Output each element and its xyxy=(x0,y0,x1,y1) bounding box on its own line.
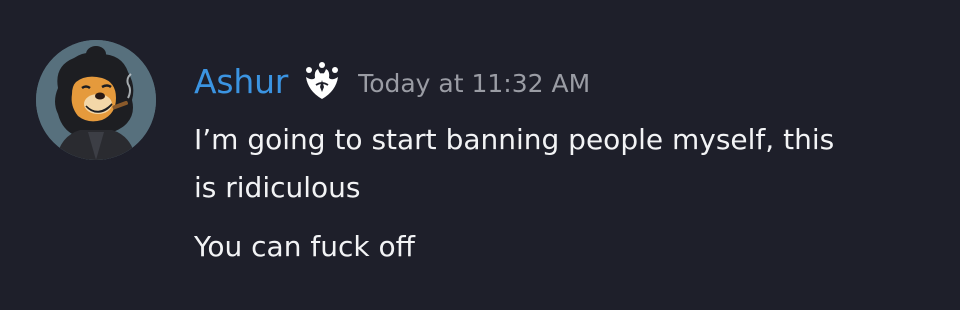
lion-avatar-icon xyxy=(36,40,156,160)
message-timestamp[interactable]: Today at 11:32 AM xyxy=(358,69,590,98)
message-header: Ashur Today at 11:32 AM xyxy=(194,58,590,104)
message-text-line: is ridiculous xyxy=(194,171,361,204)
paw-shield-badge-icon[interactable] xyxy=(302,61,342,101)
username[interactable]: Ashur xyxy=(194,62,288,101)
message-text-line: You can fuck off xyxy=(194,230,415,263)
message-text-line: I’m going to start banning people myself… xyxy=(194,123,835,156)
user-avatar[interactable] xyxy=(36,40,156,160)
message-group: Ashur Today at 11:32 AM I’m going to sta… xyxy=(0,0,960,310)
